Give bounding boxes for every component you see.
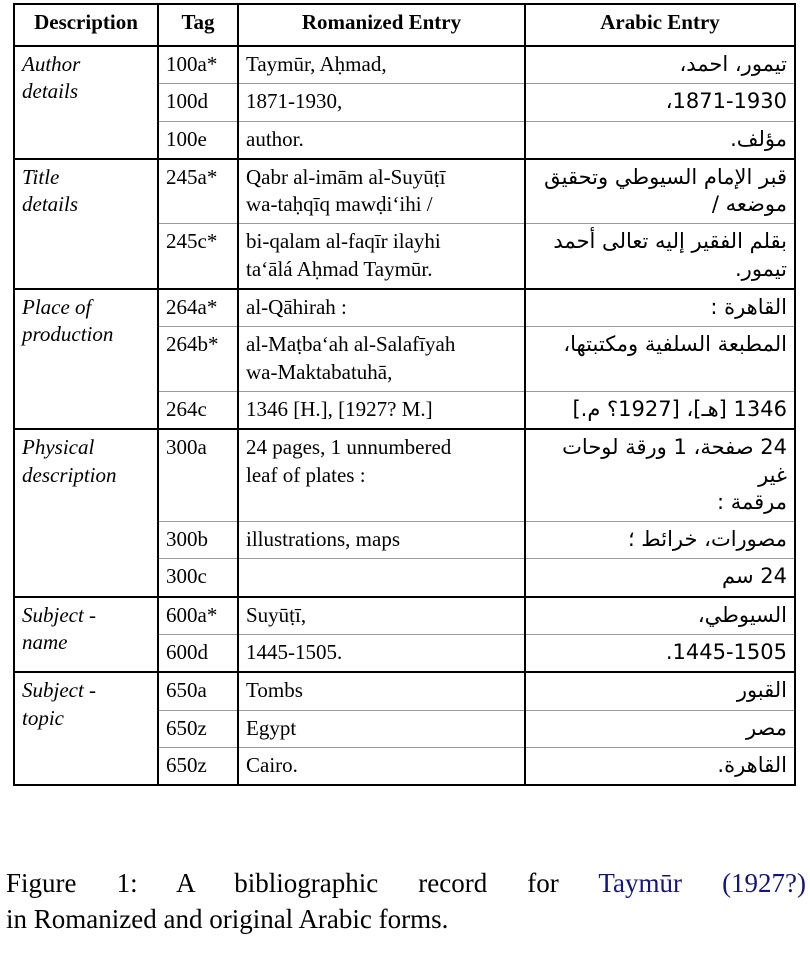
table-row: Author details 100a* Taymūr, Aḥmad, تيمو… xyxy=(14,46,795,159)
table-row: Physical description 300a 24 pages, 1 un… xyxy=(14,428,795,597)
romanized-cell: al-Maṭba‘ah al-Salafīyah wa-Maktabatuhā, xyxy=(238,326,526,392)
arabic-cell: 1871-1930، xyxy=(525,83,795,122)
arabic-cell: تيمور، احمد، xyxy=(679,52,787,76)
arabic-cell: 1445-1505. xyxy=(525,634,795,673)
romanized-cell: author. xyxy=(238,120,526,159)
group-label-title-details: Title details xyxy=(14,157,159,290)
group-label-subject-topic: Subject - topic xyxy=(14,671,159,786)
arabic-cell: السيوطي، xyxy=(525,595,795,635)
arabic-cell: مصورات، خرائط ؛ xyxy=(525,521,795,559)
arabic-cell: مؤلف. xyxy=(525,120,795,159)
tag-cell: 650z xyxy=(158,709,239,748)
tag-cell: 100a* xyxy=(158,46,239,84)
table-row: Place of production 264a* al-Qāhirah : ا… xyxy=(14,288,795,430)
tag-cell: 264c xyxy=(158,390,239,430)
table-header-row: Description Tag Romanized Entry Arabic E… xyxy=(14,4,795,47)
citation-author-link[interactable]: Taymūr xyxy=(598,868,682,898)
caption-text-before-citation: A bibliographic record for xyxy=(176,868,559,898)
romanized-cell: Qabr al-imām al-Suyūṭī wa-taḥqīq mawḍi‘i… xyxy=(238,157,526,224)
tag-cell: 245c* xyxy=(158,223,239,290)
arabic-cell: القاهرة : xyxy=(525,288,795,327)
table-row: Title details 245a* Qabr al-imām al-Suyū… xyxy=(14,157,795,290)
arabic-cell: القبور xyxy=(525,671,795,711)
romanized-cell: 1445-1505. xyxy=(238,634,526,673)
romanized-cell: 1871-1930, xyxy=(238,83,526,122)
column-header-description: Description xyxy=(14,4,159,47)
tag-cell: 650z xyxy=(158,746,239,786)
tag-cell: 300c xyxy=(158,558,239,597)
column-header-tag: Tag xyxy=(158,4,239,47)
tag-cell: 245a* xyxy=(158,157,239,224)
column-header-arabic-entry: Arabic Entry xyxy=(525,4,795,47)
romanized-cell: Suyūṭī, xyxy=(238,595,526,635)
romanized-cell: Cairo. xyxy=(238,746,526,786)
group-label-subject-name: Subject - name xyxy=(14,595,159,673)
romanized-cell: 24 pages, 1 unnumbered leaf of plates : xyxy=(238,428,526,522)
tag-cell: 264a* xyxy=(158,288,239,327)
group-label-author-details: Author details xyxy=(14,46,159,159)
arabic-cell: 1346 [هـ]، [1927؟ م.] xyxy=(525,390,795,430)
arabic-cell: المطبعة السلفية ومكتبتها، xyxy=(525,326,795,392)
arabic-cell: بقلم الفقير إليه تعالى أحمد تيمور. xyxy=(525,223,795,290)
romanized-cell: illustrations, maps xyxy=(238,521,526,559)
romanized-cell: Taymūr, Aḥmad, xyxy=(238,46,526,84)
arabic-cell: 24 سم xyxy=(525,558,795,597)
caption-line-1: Figure 1: A bibliographic record for Tay… xyxy=(6,866,806,902)
figure-caption: Figure 1: A bibliographic record for Tay… xyxy=(6,866,806,938)
tag-cell: 600d xyxy=(158,634,239,673)
table-header: Description Tag Romanized Entry Arabic E… xyxy=(14,4,795,47)
column-header-romanized-entry: Romanized Entry xyxy=(238,4,526,47)
figure-page: Description Tag Romanized Entry Arabic E… xyxy=(0,0,810,962)
romanized-cell: al-Qāhirah : xyxy=(238,288,526,327)
tag-cell: 650a xyxy=(158,671,239,711)
romanized-cell xyxy=(238,558,526,597)
romanized-cell: Tombs xyxy=(238,671,526,711)
arabic-cell: مصر xyxy=(525,709,795,748)
bibliographic-record-table: Description Tag Romanized Entry Arabic E… xyxy=(13,3,796,787)
arabic-cell: القاهرة. xyxy=(525,746,795,786)
tag-cell: 600a* xyxy=(158,595,239,635)
arabic-cell: 24 صفحة، 1 ورقة لوحات غير مرقمة : xyxy=(525,428,795,522)
tag-cell: 300a xyxy=(158,428,239,522)
romanized-cell: bi-qalam al-faqīr ilayhi ta‘ālá Aḥmad Ta… xyxy=(238,223,526,290)
tag-cell: 100d xyxy=(158,83,239,122)
table-row: Subject - topic 650a Tombs القبور xyxy=(14,671,795,786)
arabic-cell: قبر الإمام السيوطي وتحقيق موضعه / xyxy=(525,157,795,224)
romanized-cell: Egypt xyxy=(238,709,526,748)
table-row: Subject - name 600a* Suyūṭī, السيوطي، xyxy=(14,595,795,673)
group-label-physical-description: Physical description xyxy=(14,428,159,597)
tag-cell: 264b* xyxy=(158,326,239,392)
romanized-cell: 1346 [H.], [1927? M.] xyxy=(238,390,526,430)
tag-cell: 300b xyxy=(158,521,239,559)
table-body: Author details 100a* Taymūr, Aḥmad, تيمو… xyxy=(14,46,795,786)
citation-year-link[interactable]: (1927?) xyxy=(722,868,806,898)
group-label-place-of-production: Place of production xyxy=(14,288,159,430)
caption-label: Figure 1: xyxy=(6,868,138,898)
caption-line-2: in Romanized and original Arabic forms. xyxy=(6,903,449,934)
tag-cell: 100e xyxy=(158,120,239,159)
